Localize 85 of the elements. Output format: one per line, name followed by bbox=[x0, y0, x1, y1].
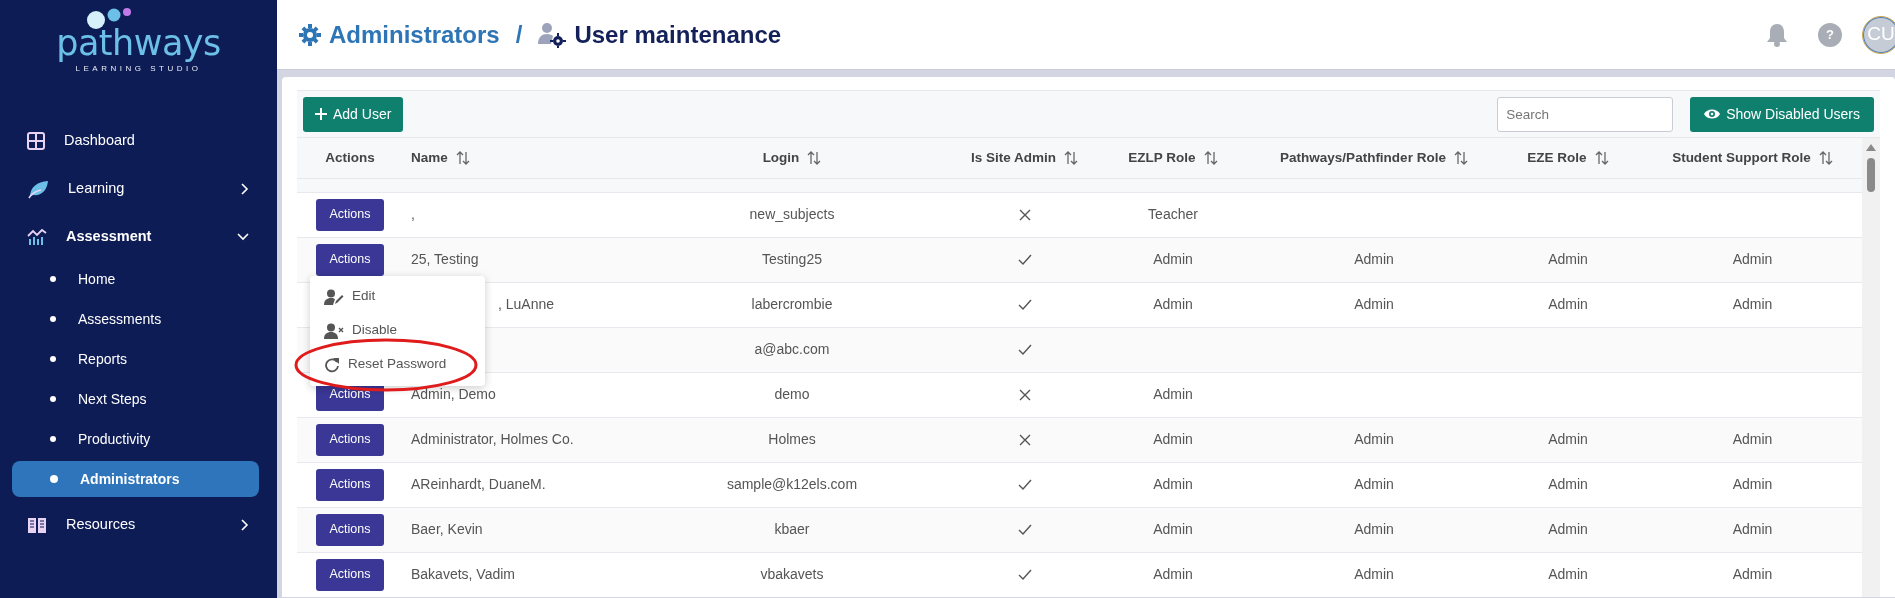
login-text: new_subjects bbox=[749, 206, 835, 222]
login-text: labercrombie bbox=[751, 296, 833, 312]
chart-icon bbox=[27, 228, 47, 246]
name-text: Bakavets, Vadim bbox=[411, 566, 515, 582]
actions-button[interactable]: Actions bbox=[316, 513, 384, 546]
breadcrumb-link[interactable]: Administrators bbox=[329, 16, 500, 53]
nav-subitem[interactable]: Home bbox=[12, 261, 259, 297]
breadcrumb-separator: / bbox=[515, 19, 523, 50]
role-text: Admin bbox=[1732, 431, 1773, 447]
nav-item[interactable]: Dashboard bbox=[0, 117, 277, 165]
name-text: Baer, Kevin bbox=[411, 521, 483, 537]
leaf-icon bbox=[27, 179, 49, 199]
name-text: Admin, Demo bbox=[411, 386, 496, 402]
page-title: User maintenance bbox=[574, 19, 782, 50]
user-edit-icon bbox=[324, 288, 344, 305]
column-header[interactable]: Name bbox=[411, 147, 448, 168]
nav-item[interactable]: Learning bbox=[0, 165, 277, 213]
add-user-button[interactable]: Add User bbox=[303, 96, 404, 132]
role-text: Admin bbox=[1153, 296, 1193, 312]
role-text: Admin bbox=[1354, 521, 1394, 537]
column-header[interactable]: Login bbox=[762, 147, 800, 168]
book-icon bbox=[27, 516, 47, 534]
bell-icon bbox=[1766, 22, 1788, 47]
menu-item[interactable]: Edit bbox=[310, 279, 485, 314]
refresh-icon bbox=[324, 356, 340, 373]
nav-subitem[interactable]: Productivity bbox=[12, 421, 259, 457]
logo-tagline: LEARNING STUDIO bbox=[75, 63, 202, 75]
menu-item[interactable]: Disable bbox=[310, 313, 485, 348]
role-text: Admin bbox=[1354, 566, 1394, 582]
actions-button[interactable]: Actions bbox=[316, 423, 384, 456]
nav-subitem[interactable]: Administrators bbox=[12, 461, 259, 497]
name-text: , bbox=[411, 206, 415, 222]
nav-subitem[interactable]: Reports bbox=[12, 341, 259, 377]
plus-icon bbox=[315, 108, 327, 120]
name-text: AReinhardt, DuaneM. bbox=[411, 476, 546, 492]
nav-item[interactable]: Resources bbox=[0, 501, 277, 549]
login-text: kbaer bbox=[774, 521, 810, 537]
name-text: 25, Testing bbox=[411, 251, 479, 267]
scroll-up-icon bbox=[1866, 144, 1876, 151]
role-text: Admin bbox=[1153, 476, 1193, 492]
login-text: vbakavets bbox=[760, 566, 824, 582]
role-text: Admin bbox=[1153, 386, 1193, 402]
login-text: Holmes bbox=[768, 431, 816, 447]
nav-subitem[interactable]: Assessments bbox=[12, 301, 259, 337]
role-text: Admin bbox=[1732, 251, 1773, 267]
grid-icon bbox=[27, 132, 45, 150]
login-text: Testing25 bbox=[762, 251, 822, 267]
scrollbar-thumb[interactable] bbox=[1867, 158, 1875, 192]
gear-icon bbox=[299, 23, 321, 46]
logo-dots-icon bbox=[86, 8, 131, 30]
eye-icon bbox=[1704, 108, 1721, 120]
name-text: , LuAnne bbox=[498, 296, 555, 312]
role-text: Admin bbox=[1548, 566, 1588, 582]
role-text: Admin bbox=[1548, 296, 1588, 312]
actions-button[interactable]: Actions bbox=[316, 468, 384, 501]
role-text: Admin bbox=[1548, 476, 1588, 492]
role-text: Admin bbox=[1732, 476, 1773, 492]
login-text: demo bbox=[774, 386, 810, 402]
user-x-icon bbox=[324, 322, 344, 339]
role-text: Admin bbox=[1548, 431, 1588, 447]
logo-text: pathways bbox=[56, 26, 221, 61]
role-text: Admin bbox=[1548, 251, 1588, 267]
nav-item[interactable]: Assessment bbox=[0, 213, 277, 261]
login-text: sample@k12els.com bbox=[726, 476, 858, 492]
role-text: Admin bbox=[1354, 251, 1394, 267]
nav-subitem[interactable]: Next Steps bbox=[12, 381, 259, 417]
name-text: Administrator, Holmes Co. bbox=[411, 431, 574, 447]
role-text: Admin bbox=[1354, 476, 1394, 492]
login-text: a@abc.com bbox=[754, 341, 830, 357]
role-text: Admin bbox=[1548, 521, 1588, 537]
actions-button[interactable]: Actions bbox=[316, 558, 384, 591]
role-text: Teacher bbox=[1148, 206, 1198, 222]
role-text: Admin bbox=[1354, 296, 1394, 312]
role-text: Admin bbox=[1732, 521, 1773, 537]
role-text: Admin bbox=[1732, 296, 1773, 312]
role-text: Admin bbox=[1354, 431, 1394, 447]
user-gear-icon bbox=[538, 21, 567, 48]
role-text: Admin bbox=[1153, 521, 1193, 537]
actions-button[interactable]: Actions bbox=[316, 198, 384, 231]
search-field[interactable]: Search bbox=[1497, 96, 1674, 132]
actions-button[interactable]: Actions bbox=[316, 243, 384, 276]
role-text: Admin bbox=[1732, 566, 1773, 582]
role-text: Admin bbox=[1153, 566, 1193, 582]
role-text: Admin bbox=[1153, 431, 1193, 447]
role-text: Admin bbox=[1153, 251, 1193, 267]
